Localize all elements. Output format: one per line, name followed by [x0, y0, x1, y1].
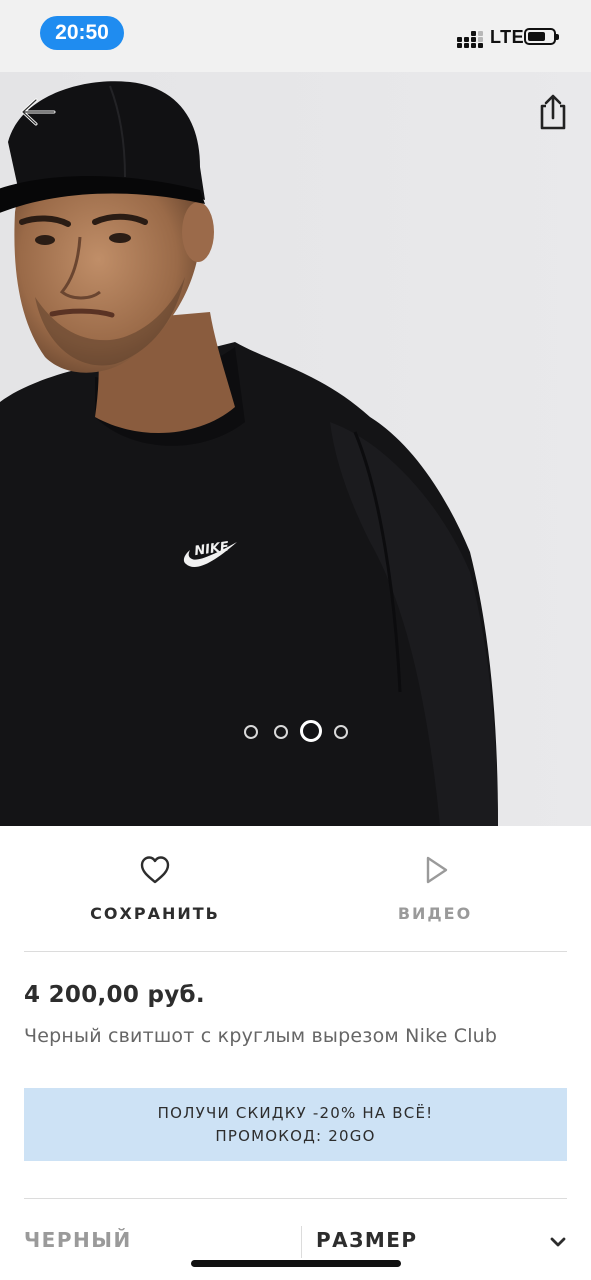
carousel-dot[interactable]	[334, 725, 348, 739]
product-screen: 20:50 LTE NIKE СОХРАНИТЬ ВИДЕО 4 200,00 …	[0, 0, 591, 1280]
share-icon	[540, 94, 566, 130]
promo-banner[interactable]: ПОЛУЧИ СКИДКУ -20% НА ВСЁ! ПРОМОКОД: 20G…	[24, 1088, 567, 1161]
video-label: ВИДЕО	[397, 904, 473, 923]
promo-code: ПРОМОКОД: 20GO	[215, 1127, 376, 1145]
video-button[interactable]: ВИДЕО	[335, 826, 535, 950]
divider	[24, 1198, 567, 1199]
product-photo: NIKE	[0, 72, 591, 826]
product-price: 4 200,00 руб.	[24, 982, 205, 1008]
color-selector[interactable]: ЧЕРНЫЙ	[24, 1228, 132, 1252]
variant-selectors: ЧЕРНЫЙ РАЗМЕР	[0, 1200, 591, 1280]
heart-icon	[140, 856, 170, 884]
carousel-dots	[236, 718, 356, 746]
battery-level	[528, 32, 545, 41]
product-image[interactable]: NIKE	[0, 72, 591, 826]
carousel-dot[interactable]	[274, 725, 288, 739]
arrow-left-icon	[21, 98, 56, 126]
signal-icon	[457, 30, 485, 48]
back-button[interactable]	[18, 92, 58, 132]
save-button[interactable]: СОХРАНИТЬ	[55, 826, 255, 950]
network-type: LTE	[490, 27, 525, 47]
size-selector[interactable]: РАЗМЕР	[302, 1200, 572, 1280]
size-label: РАЗМЕР	[316, 1228, 418, 1252]
product-name: Черный свитшот с круглым вырезом Nike Cl…	[24, 1025, 498, 1047]
home-indicator[interactable]	[191, 1260, 401, 1267]
play-icon	[426, 856, 448, 884]
carousel-dot[interactable]	[244, 725, 258, 739]
divider	[24, 951, 567, 952]
promo-line-1: ПОЛУЧИ СКИДКУ -20% НА ВСЁ!	[157, 1104, 434, 1122]
status-bar: 20:50 LTE	[0, 0, 591, 72]
share-button[interactable]	[533, 92, 573, 132]
chevron-down-icon	[550, 1237, 566, 1247]
action-bar: СОХРАНИТЬ ВИДЕО	[0, 826, 591, 950]
carousel-dot-active[interactable]	[300, 720, 322, 742]
save-label: СОХРАНИТЬ	[90, 904, 220, 923]
battery-icon	[524, 28, 559, 45]
status-time[interactable]: 20:50	[40, 16, 124, 50]
